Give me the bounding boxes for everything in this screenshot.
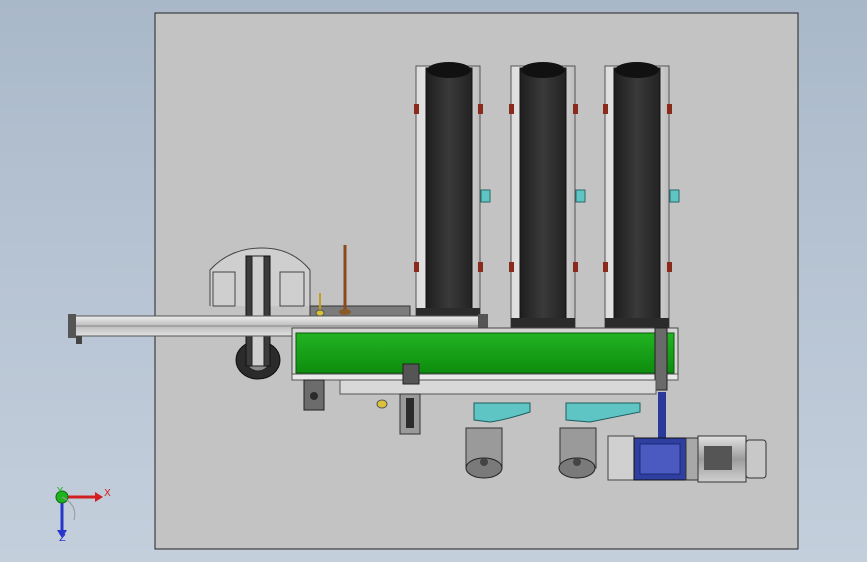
roller-column-3[interactable] [603, 62, 680, 329]
axis-triad-icon: X Y Z [55, 486, 111, 544]
z-axis-label: Z [59, 533, 66, 544]
cad-viewport[interactable]: X Y Z [0, 0, 867, 562]
x-axis-label: X [104, 488, 111, 499]
y-axis-label: Y [56, 486, 64, 497]
roller-column-2[interactable] [509, 62, 586, 329]
lower-frame [339, 379, 657, 395]
roller-column-1[interactable] [414, 62, 491, 319]
